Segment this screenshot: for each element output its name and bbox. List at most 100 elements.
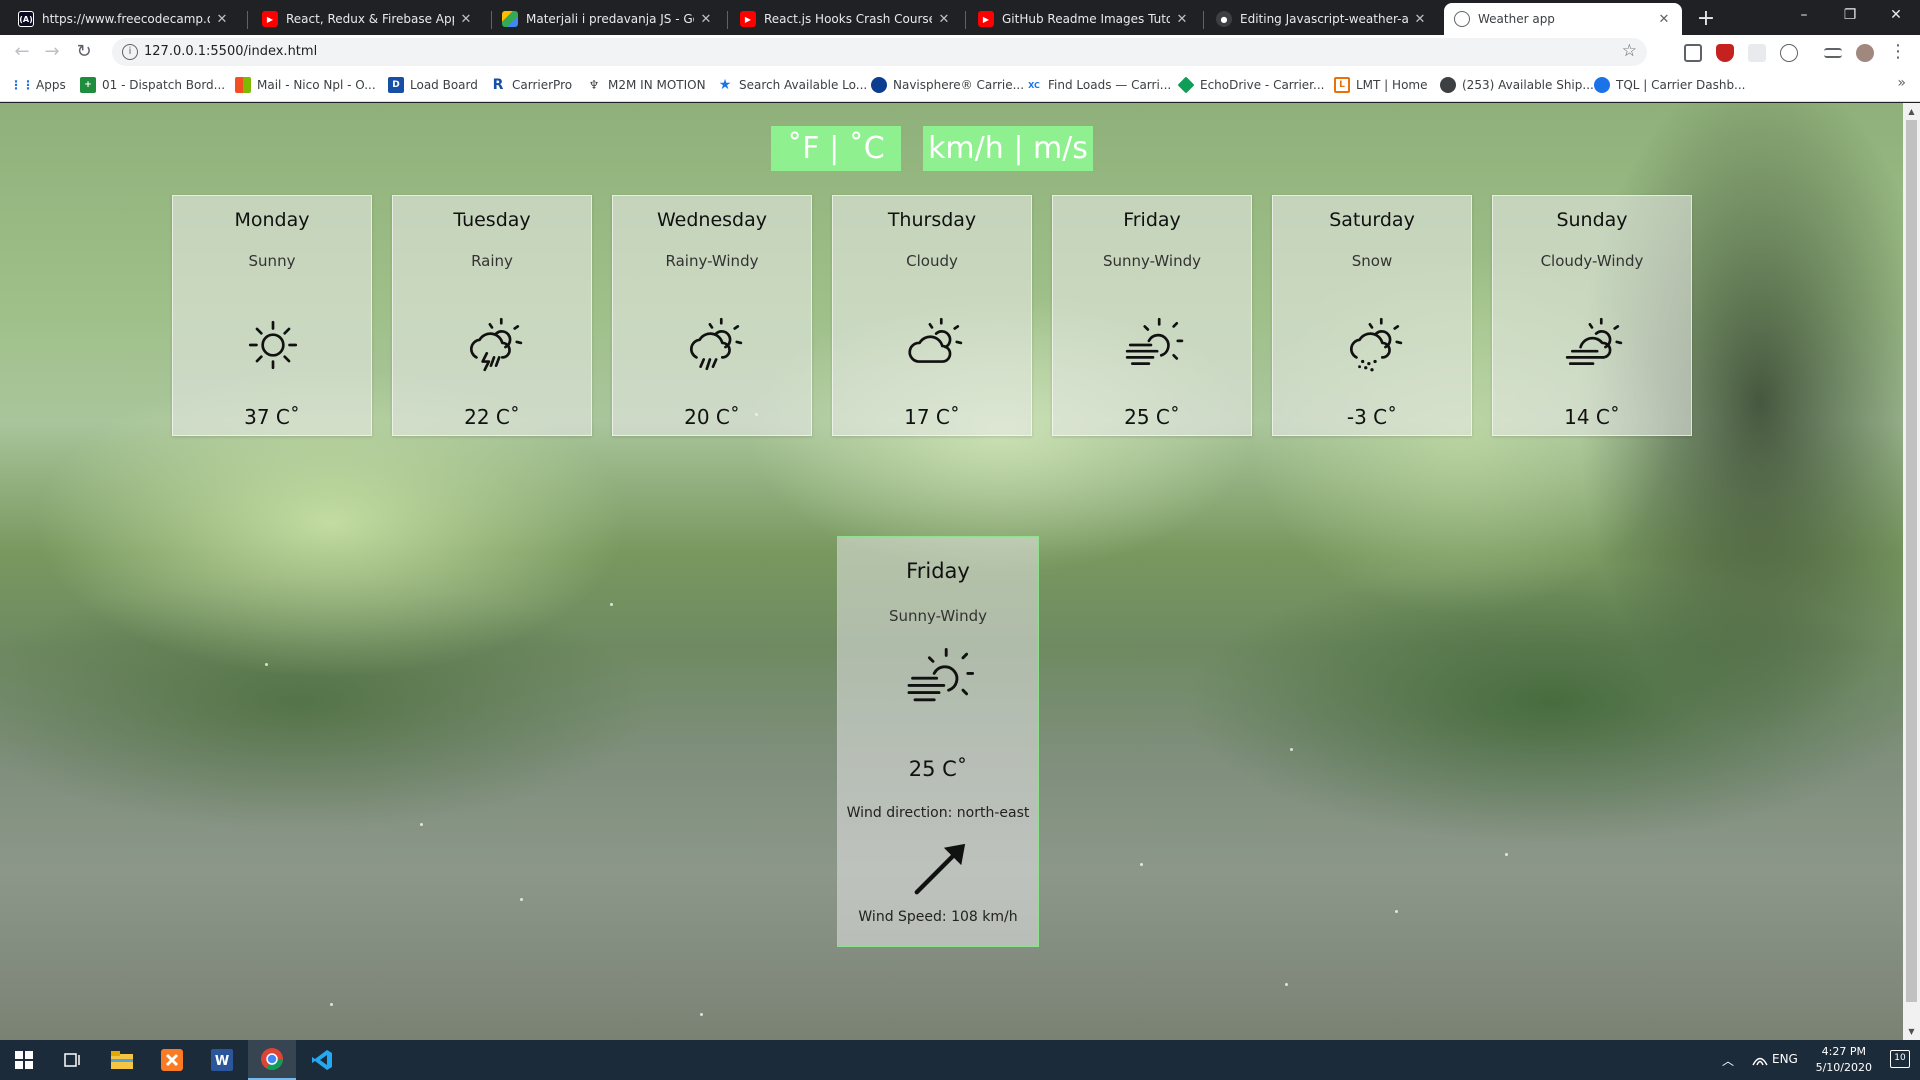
bookmark-item[interactable]: (253) Available Ship... (1440, 77, 1594, 93)
raindrop (700, 1013, 703, 1016)
day-condition: Sunny (248, 252, 296, 270)
bookmark-apps[interactable]: ⋮⋮ Apps (10, 77, 66, 93)
wind-sun-icon (907, 647, 975, 702)
shipping-icon (1440, 77, 1456, 93)
bookmark-item[interactable]: R CarrierPro (490, 77, 572, 93)
day-card-friday[interactable]: Friday Sunny-Windy 25 C˚ (1052, 195, 1252, 436)
tab-separator (247, 11, 248, 29)
day-condition: Cloudy (906, 252, 958, 270)
site-info-icon[interactable]: i (122, 44, 138, 60)
address-bar[interactable]: i 127.0.0.1:5500/index.html ☆ (112, 38, 1647, 66)
bookmark-item[interactable]: EchoDrive - Carrier... (1177, 76, 1325, 94)
word-icon[interactable]: W (198, 1040, 246, 1080)
speed-unit-toggle[interactable]: km/h | m/s (923, 126, 1093, 171)
close-tab-icon[interactable]: ✕ (936, 12, 952, 27)
task-view-icon[interactable] (48, 1040, 96, 1080)
scroll-down-arrow-icon[interactable]: ▼ (1903, 1023, 1920, 1040)
day-card-thursday[interactable]: Thursday Cloudy 17 C˚ (832, 195, 1032, 436)
tab-separator (1203, 11, 1204, 29)
bookmark-star-icon[interactable]: ☆ (1622, 41, 1637, 61)
bookmark-item[interactable]: + 01 - Dispatch Bord... (80, 77, 225, 93)
bookmarks-overflow-icon[interactable]: » (1897, 75, 1906, 91)
browser-tab-active[interactable]: Weather app ✕ (1444, 3, 1682, 35)
cloud-wind-sun-icon (1565, 317, 1623, 365)
vscode-icon[interactable] (298, 1040, 346, 1080)
action-center-icon[interactable]: 10 (1890, 1050, 1910, 1068)
extension-icon[interactable] (1748, 44, 1766, 62)
star-logo-icon: ★ (718, 77, 732, 93)
browser-tab[interactable]: (A) https://www.freecodecamp.org/l ✕ (8, 3, 240, 35)
menu-kebab-icon[interactable]: ⋮ (1884, 38, 1912, 66)
media-control-icon[interactable] (1824, 48, 1842, 58)
day-condition: Rainy (471, 252, 513, 270)
language-indicator[interactable]: ENG (1772, 1052, 1798, 1066)
close-tab-icon[interactable]: ✕ (458, 12, 474, 27)
detail-temperature: 25 C˚ (908, 757, 968, 781)
day-card-tuesday[interactable]: Tuesday Rainy 22 C˚ (392, 195, 592, 436)
screen-capture-extension-icon[interactable] (1684, 44, 1702, 62)
detail-card-selected-day: Friday Sunny-Windy 25 C˚ Wind direction:… (837, 536, 1039, 947)
day-temperature: 14 C˚ (1564, 405, 1620, 429)
svg-text:W: W (215, 1054, 229, 1069)
bookmark-label: Apps (36, 78, 66, 92)
youtube-icon: ▶ (740, 11, 756, 27)
raindrop (520, 898, 523, 901)
day-card-saturday[interactable]: Saturday Snow -3 C˚ (1272, 195, 1472, 436)
close-tab-icon[interactable]: ✕ (1412, 12, 1428, 27)
day-card-monday[interactable]: Monday Sunny 37 C˚ (172, 195, 372, 436)
bookmark-item[interactable]: XC Find Loads — Carri... (1026, 77, 1171, 93)
close-window-icon[interactable]: ✕ (1868, 0, 1920, 30)
raindrop (330, 1003, 333, 1006)
close-tab-icon[interactable]: ✕ (214, 12, 230, 27)
forward-button-icon[interactable]: → (38, 38, 66, 66)
temperature-unit-toggle[interactable]: ˚F | ˚C (771, 126, 901, 171)
address-url[interactable]: 127.0.0.1:5500/index.html (144, 44, 317, 59)
system-clock[interactable]: 4:27 PM 5/10/2020 (1816, 1044, 1872, 1076)
chrome-icon[interactable] (248, 1040, 296, 1080)
network-icon[interactable] (1752, 1052, 1768, 1069)
bookmark-label: EchoDrive - Carrier... (1200, 78, 1325, 92)
new-tab-button[interactable]: + (1692, 6, 1720, 34)
browser-tab[interactable]: ▶ React, Redux & Firebase App Tut ✕ (252, 3, 484, 35)
bookmark-item[interactable]: ♆ M2M IN MOTION (586, 77, 706, 93)
windows-start-icon[interactable] (0, 1040, 48, 1080)
profile-avatar-icon[interactable] (1856, 44, 1874, 62)
bookmark-item[interactable]: TQL | Carrier Dashb... (1594, 77, 1746, 93)
browser-tab-strip: (A) https://www.freecodecamp.org/l ✕ ▶ R… (0, 0, 1920, 35)
file-explorer-icon[interactable] (98, 1040, 146, 1080)
xampp-icon[interactable] (148, 1040, 196, 1080)
browser-tab[interactable]: ● Editing Javascript-weather-app/R ✕ (1206, 3, 1438, 35)
clock-time: 4:27 PM (1821, 1045, 1866, 1058)
close-tab-icon[interactable]: ✕ (1656, 12, 1672, 27)
bookmark-label: TQL | Carrier Dashb... (1616, 78, 1746, 92)
bookmark-item[interactable]: D Load Board (388, 77, 478, 93)
reload-button-icon[interactable]: ↻ (70, 38, 98, 66)
back-button-icon[interactable]: ← (8, 38, 36, 66)
close-tab-icon[interactable]: ✕ (1174, 12, 1190, 27)
wind-speed-text: Wind Speed: 108 km/h (858, 909, 1018, 925)
day-card-wednesday[interactable]: Wednesday Rainy-Windy 20 C˚ (612, 195, 812, 436)
browser-tab[interactable]: ▶ GitHub Readme Images Tutorial ✕ (968, 3, 1200, 35)
bookmark-item[interactable]: Mail - Nico Npl - O... (235, 77, 376, 93)
browser-tab[interactable]: ▶ React.js Hooks Crash Course - Yo ✕ (730, 3, 962, 35)
page-scrollbar[interactable]: ▲ ▼ (1903, 103, 1920, 1040)
ublock-shield-icon[interactable] (1716, 44, 1734, 62)
browser-tab[interactable]: Materjali i predavanja JS - Googl ✕ (492, 3, 724, 35)
bookmark-label: Find Loads — Carri... (1048, 78, 1172, 92)
day-card-sunday[interactable]: Sunday Cloudy-Windy 14 C˚ (1492, 195, 1692, 436)
bookmark-item[interactable]: L LMT | Home (1334, 77, 1427, 93)
youtube-icon: ▶ (262, 11, 278, 27)
day-name: Sunday (1556, 209, 1628, 231)
scroll-up-arrow-icon[interactable]: ▲ (1903, 103, 1920, 120)
freecodecamp-icon: (A) (18, 11, 34, 27)
bookmark-item[interactable]: Navisphere® Carrie... (871, 77, 1024, 93)
plus-square-icon: + (80, 77, 96, 93)
day-name: Wednesday (656, 209, 767, 231)
show-hidden-icons-icon[interactable]: ︿ (1722, 1052, 1734, 1069)
scrollbar-thumb[interactable] (1906, 120, 1917, 1002)
bookmark-label: 01 - Dispatch Bord... (102, 78, 226, 92)
close-tab-icon[interactable]: ✕ (698, 12, 714, 27)
day-name: Friday (1123, 209, 1181, 231)
bookmark-item[interactable]: ★ Search Available Lo... (717, 77, 868, 93)
extension-circle-icon[interactable] (1780, 44, 1798, 62)
